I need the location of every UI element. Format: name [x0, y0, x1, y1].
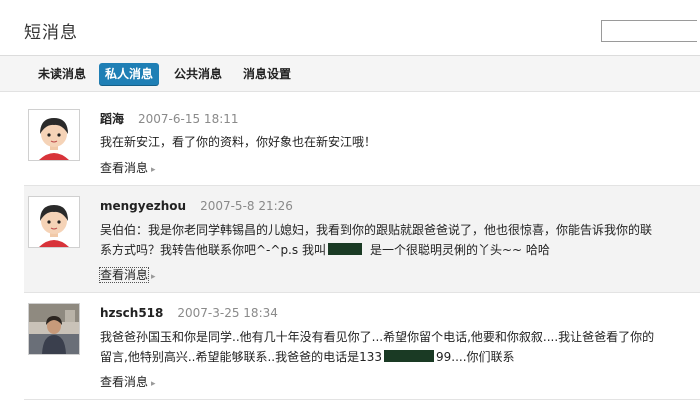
- message-time: 2007-3-25 18:34: [177, 306, 278, 320]
- message-item: 蹈海 2007-6-15 18:11 我在新安江，看了你的资料，你好象也在新安江哦…: [24, 92, 700, 186]
- view-message-label: 查看消息: [100, 161, 149, 175]
- message-body: 吴伯伯：我是你老同学韩锡昌的儿媳妇，我看到你的跟贴就跟爸爸说了，他也很惊喜，你能…: [100, 220, 660, 260]
- view-message-label: 查看消息: [100, 375, 149, 389]
- message-body-part: 我爸爸孙国玉和你是同学..他有几十年没有看见你了...希望你留个电话,他要和你叙…: [100, 330, 655, 364]
- view-message-link[interactable]: 查看消息 ▸: [98, 266, 156, 283]
- redaction-mark: [327, 243, 362, 255]
- message-time: 2007-6-15 18:11: [138, 112, 239, 126]
- redaction-mark: [383, 350, 434, 362]
- sender-name[interactable]: 蹈海: [100, 112, 124, 126]
- message-meta: mengyezhou 2007-5-8 21:26: [100, 199, 293, 213]
- avatar[interactable]: [28, 196, 80, 248]
- message-body-part: 是一个很聪明灵俐的丫头~~ 哈哈: [369, 243, 550, 257]
- message-item: hzsch518 2007-3-25 18:34 我爸爸孙国玉和你是同学..他有几…: [24, 293, 700, 400]
- sender-name[interactable]: mengyezhou: [100, 199, 186, 213]
- page-header: 短消息: [0, 0, 700, 56]
- tab-message-settings[interactable]: 消息设置: [237, 63, 297, 85]
- chevron-right-icon: ▸: [151, 165, 156, 175]
- cartoon-avatar-icon: [29, 110, 79, 160]
- message-body: 我爸爸孙国玉和你是同学..他有几十年没有看见你了...希望你留个电话,他要和你叙…: [100, 327, 660, 367]
- tab-bar: 未读消息 私人消息 公共消息 消息设置: [0, 56, 700, 92]
- chevron-right-icon: ▸: [151, 272, 156, 282]
- photo-avatar-icon: [29, 304, 79, 354]
- message-meta: hzsch518 2007-3-25 18:34: [100, 306, 278, 320]
- chevron-right-icon: ▸: [151, 379, 156, 389]
- message-body: 我在新安江，看了你的资料，你好象也在新安江哦！: [100, 135, 377, 149]
- view-message-label: 查看消息: [98, 267, 150, 283]
- view-message-link[interactable]: 查看消息 ▸: [100, 159, 156, 176]
- messages-page: 短消息 未读消息 私人消息 公共消息 消息设置 蹈海 2007-6-15 18:1…: [0, 0, 700, 415]
- page-title: 短消息: [24, 23, 78, 43]
- message-time: 2007-5-8 21:26: [200, 199, 293, 213]
- avatar[interactable]: [28, 109, 80, 161]
- tab-private-messages[interactable]: 私人消息: [99, 63, 160, 85]
- view-message-link[interactable]: 查看消息 ▸: [100, 373, 156, 390]
- tab-unread-messages[interactable]: 未读消息: [32, 63, 92, 85]
- sender-name[interactable]: hzsch518: [100, 306, 163, 320]
- message-meta: 蹈海 2007-6-15 18:11: [100, 110, 239, 127]
- tab-public-messages[interactable]: 公共消息: [168, 63, 228, 85]
- avatar[interactable]: [28, 303, 80, 355]
- message-body-part: 99....你们联系: [435, 350, 515, 364]
- search-input[interactable]: [601, 20, 697, 42]
- message-item: mengyezhou 2007-5-8 21:26 吴伯伯：我是你老同学韩锡昌的儿…: [24, 186, 700, 293]
- cartoon-avatar-icon: [29, 197, 79, 247]
